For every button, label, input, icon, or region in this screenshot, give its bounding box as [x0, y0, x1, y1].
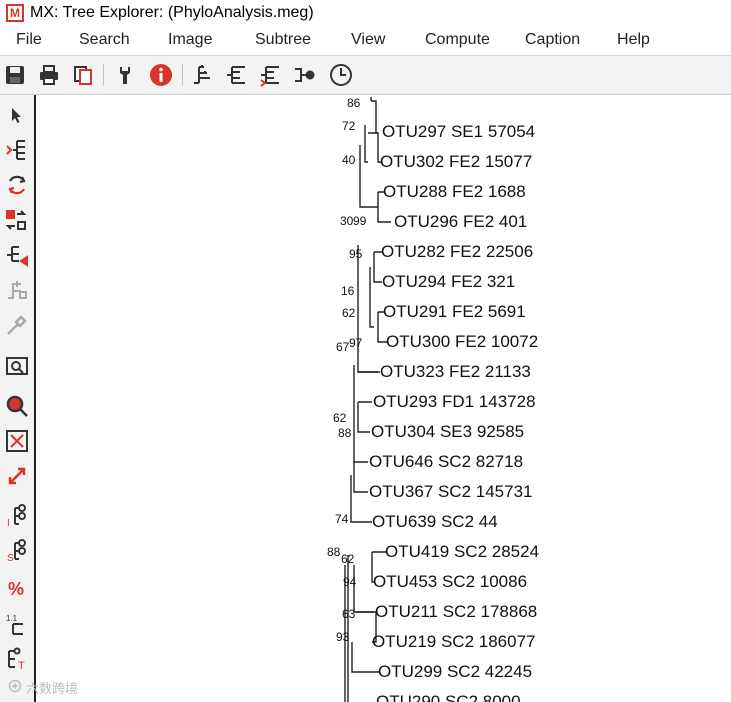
otu-label[interactable]: OTU219 SC2 186077	[372, 632, 536, 652]
bootstrap-value: 99	[353, 214, 367, 228]
bootstrap-value: 72	[342, 119, 356, 133]
menu-help[interactable]: Help	[617, 31, 650, 49]
bootstrap-value: 63	[342, 607, 356, 621]
menu-search[interactable]: Search	[79, 31, 130, 49]
copy-icon[interactable]	[70, 62, 96, 88]
save-icon[interactable]	[2, 62, 28, 88]
menu-image[interactable]: Image	[168, 31, 212, 49]
bootstrap-value: 16	[341, 284, 355, 298]
print-icon[interactable]	[36, 62, 62, 88]
watermark-logo-icon	[8, 679, 22, 696]
svg-text:T: T	[18, 660, 25, 671]
otu-label[interactable]: OTU302 FE2 15077	[380, 152, 532, 172]
watermark-text: 六数跨境	[26, 681, 79, 696]
svg-text:%: %	[8, 579, 24, 599]
percent-icon[interactable]: %	[3, 575, 31, 603]
wrench-icon	[3, 311, 31, 339]
bootstrap-value: 97	[349, 336, 363, 350]
otu-label[interactable]: OTU294 FE2 321	[382, 272, 515, 292]
info-node-icon[interactable]: I	[3, 502, 31, 530]
otu-label[interactable]: OTU296 FE2 401	[394, 212, 527, 232]
otu-label[interactable]: OTU419 SC2 28524	[385, 542, 539, 562]
otu-label[interactable]: OTU293 FD1 143728	[373, 392, 536, 412]
svg-text:1.1: 1.1	[6, 614, 18, 623]
menu-view[interactable]: View	[351, 31, 385, 49]
branch-length-icon[interactable]: 1.1	[3, 610, 31, 638]
bootstrap-value: 62	[341, 552, 355, 566]
otu-label[interactable]: OTU304 SE3 92585	[371, 422, 524, 442]
otu-label[interactable]: OTU453 SC2 10086	[373, 572, 527, 592]
menu-file[interactable]: File	[16, 31, 42, 49]
bootstrap-value: 88	[327, 545, 341, 559]
watermark: 六数跨境	[8, 678, 78, 697]
svg-text:S: S	[7, 553, 14, 563]
otu-label[interactable]: OTU639 SC2 44	[372, 512, 498, 532]
otu-label[interactable]: OTU646 SC2 82718	[369, 452, 523, 472]
bootstrap-value: 94	[343, 575, 357, 589]
place-root-icon[interactable]	[3, 136, 31, 164]
fit-icon[interactable]	[3, 427, 31, 455]
menu-compute[interactable]: Compute	[425, 31, 490, 49]
info-icon[interactable]	[148, 62, 174, 88]
otu-label[interactable]: OTU297 SE1 57054	[382, 122, 535, 142]
otu-label[interactable]: OTU282 FE2 22506	[381, 242, 533, 262]
otu-label[interactable]: OTU299 SC2 42245	[378, 662, 532, 682]
window-title: MX: Tree Explorer: (PhyloAnalysis.meg)	[30, 4, 314, 21]
bootstrap-value: 40	[342, 153, 356, 167]
flip-icon[interactable]	[3, 206, 31, 234]
bootstrap-value: 67	[336, 340, 350, 354]
compress-icon[interactable]	[3, 241, 31, 269]
otu-label[interactable]: OTU367 SC2 145731	[369, 482, 533, 502]
topology-icon[interactable]: T	[3, 645, 31, 673]
bootstrap-value: 30	[340, 214, 354, 228]
svg-text:I: I	[7, 518, 10, 528]
tree-layout-icon[interactable]	[190, 62, 216, 88]
resize-icon[interactable]	[3, 462, 31, 490]
tree-canvas[interactable]: OTU297 SE1 57054 OTU302 FE2 15077 OTU288…	[36, 95, 731, 702]
otu-label[interactable]: OTU291 FE2 5691	[383, 302, 526, 322]
subtree-icon	[3, 276, 31, 304]
otu-label[interactable]: OTU288 FE2 1688	[383, 182, 526, 202]
tree-layout-red-icon[interactable]	[258, 62, 284, 88]
bootstrap-value: 86	[347, 96, 361, 110]
stats-icon[interactable]: S	[3, 537, 31, 565]
otu-label[interactable]: OTU323 FE2 21133	[380, 362, 531, 382]
bootstrap-value: 93	[336, 630, 350, 644]
toolbar	[0, 56, 731, 95]
bootstrap-value: 62	[333, 411, 347, 425]
bootstrap-value: 95	[349, 247, 363, 261]
swap-icon[interactable]	[3, 171, 31, 199]
otu-label[interactable]: OTU290 SC2 8000	[376, 692, 521, 702]
otu-label[interactable]: OTU300 FE2 10072	[386, 332, 538, 352]
menu-subtree[interactable]: Subtree	[255, 31, 311, 49]
zoom-icon[interactable]	[3, 392, 31, 420]
tree-layout-alt-icon[interactable]	[224, 62, 250, 88]
menu-bar: File Search Image Subtree View Compute C…	[0, 27, 731, 56]
bootstrap-value: 62	[342, 306, 356, 320]
options-icon[interactable]	[112, 62, 138, 88]
title-bar: M MX: Tree Explorer: (PhyloAnalysis.meg)	[0, 0, 731, 26]
search-icon[interactable]	[3, 352, 31, 380]
app-logo-icon: M	[6, 4, 24, 22]
side-toolbar: I S % 1.1 T	[0, 95, 36, 702]
node-icon[interactable]	[292, 62, 318, 88]
clock-icon[interactable]	[328, 62, 354, 88]
bootstrap-value: 74	[335, 512, 349, 526]
bootstrap-value: 88	[338, 426, 352, 440]
menu-caption[interactable]: Caption	[525, 31, 580, 49]
otu-label[interactable]: OTU211 SC2 178868	[375, 602, 537, 622]
pointer-icon[interactable]	[3, 101, 31, 129]
